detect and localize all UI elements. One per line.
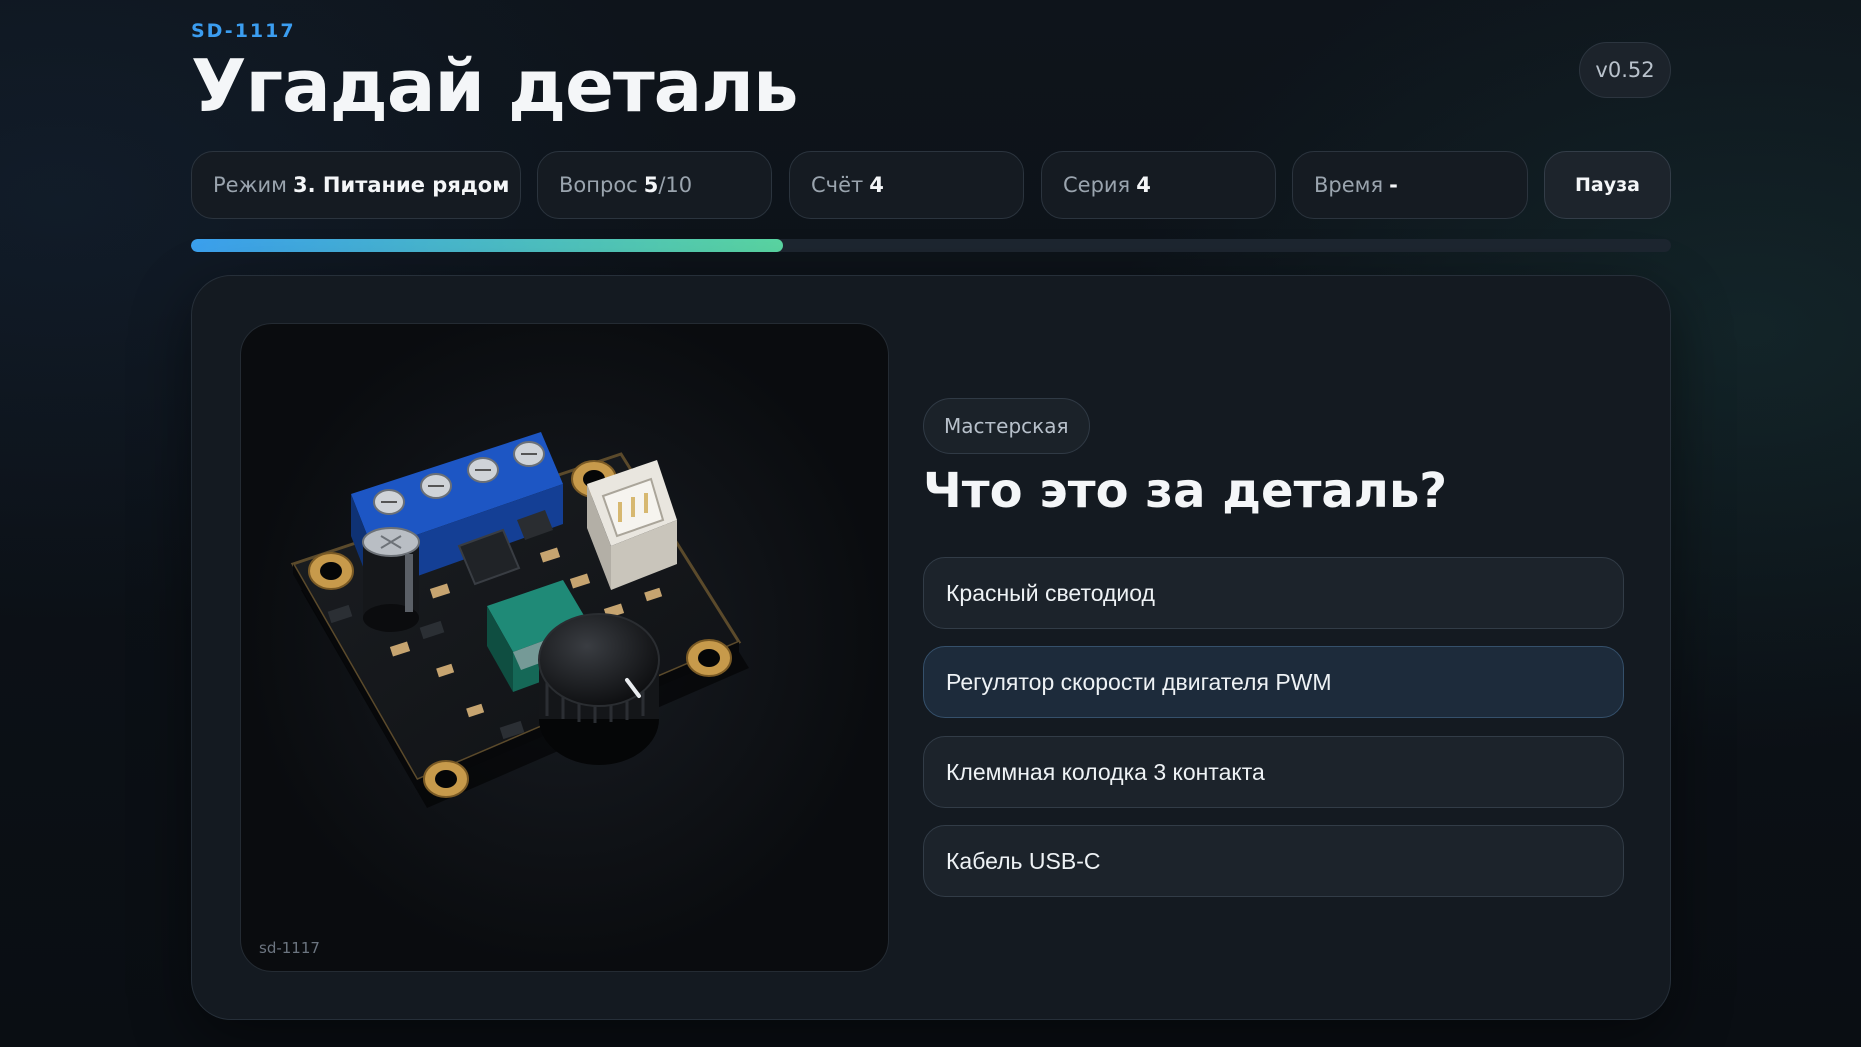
answer-option[interactable]: Клеммная колодка 3 контакта [923,736,1624,808]
answer-option[interactable]: Кабель USB-C [923,825,1624,897]
pwm-board-icon [290,432,749,808]
pause-button[interactable]: Пауза [1544,151,1671,219]
streak-value: 4 [1136,173,1151,197]
page-title: Угадай деталь [191,44,799,128]
question-title: Что это за деталь? [923,463,1448,519]
question-counter-chip: Вопрос 5 /10 [537,151,772,219]
question-card: sd-1117 Мастерская Что это за деталь? Кр… [191,275,1671,1020]
question-counter-label: Вопрос [559,173,638,197]
brand-code: SD-1117 [191,20,296,42]
progress-fill [191,239,783,252]
stats-bar: Режим 3. Питание рядом Вопрос 5 /10 Счёт… [191,151,1671,219]
streak-label: Серия [1063,173,1131,197]
question-counter-current: 5 [643,173,659,197]
part-photo: sd-1117 [240,323,889,972]
time-chip: Время - [1292,151,1528,219]
time-label: Время [1314,173,1384,197]
question-counter-total: /10 [658,173,693,197]
score-label: Счёт [811,173,864,197]
mode-value: 3. Питание рядом [293,173,510,197]
score-value: 4 [869,173,884,197]
answer-option[interactable]: Регулятор скорости двигателя PWM [923,646,1624,718]
streak-chip: Серия 4 [1041,151,1276,219]
answer-option[interactable]: Красный светодиод [923,557,1624,629]
progress-bar [191,239,1671,252]
mode-chip: Режим 3. Питание рядом [191,151,521,219]
time-value: - [1389,173,1398,197]
mode-label: Режим [213,173,287,197]
score-chip: Счёт 4 [789,151,1024,219]
version-badge: v0.52 [1579,42,1671,98]
category-tag: Мастерская [923,398,1090,454]
app-root: SD-1117 Угадай деталь v0.52 Режим 3. Пит… [191,0,1671,1047]
photo-caption: sd-1117 [259,939,320,957]
